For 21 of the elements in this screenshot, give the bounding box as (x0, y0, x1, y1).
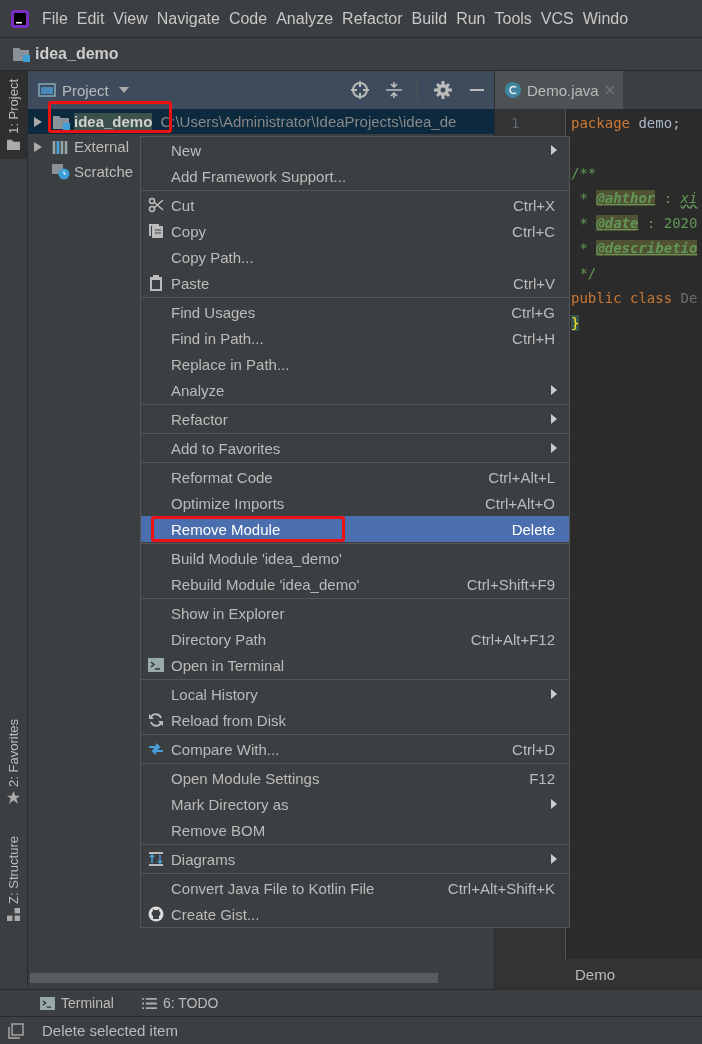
code-token: @ahthor (596, 190, 656, 206)
code-token: xi (680, 190, 698, 206)
code-token: } (571, 315, 580, 331)
status-message: Delete selected item (42, 1022, 178, 1039)
code-token: package (571, 115, 631, 131)
code-token: public class (571, 290, 674, 306)
tree-label: idea_demo (74, 113, 153, 130)
tree-label: Scratche (74, 163, 134, 180)
code-token: : (662, 190, 674, 206)
code-token: : 2020 (645, 215, 698, 231)
code-token: @describetio (596, 240, 698, 256)
code-token: * (578, 190, 589, 206)
code-token: * (578, 240, 589, 256)
tab-label: Demo.java (527, 81, 599, 99)
code-token: /** (571, 165, 597, 181)
tree-label: External (74, 138, 130, 155)
code-token: * (578, 215, 589, 231)
code-token: @date (596, 215, 639, 231)
code-token: demo; (638, 115, 681, 131)
code-token: */ (578, 265, 597, 281)
code-token: De (680, 290, 698, 306)
